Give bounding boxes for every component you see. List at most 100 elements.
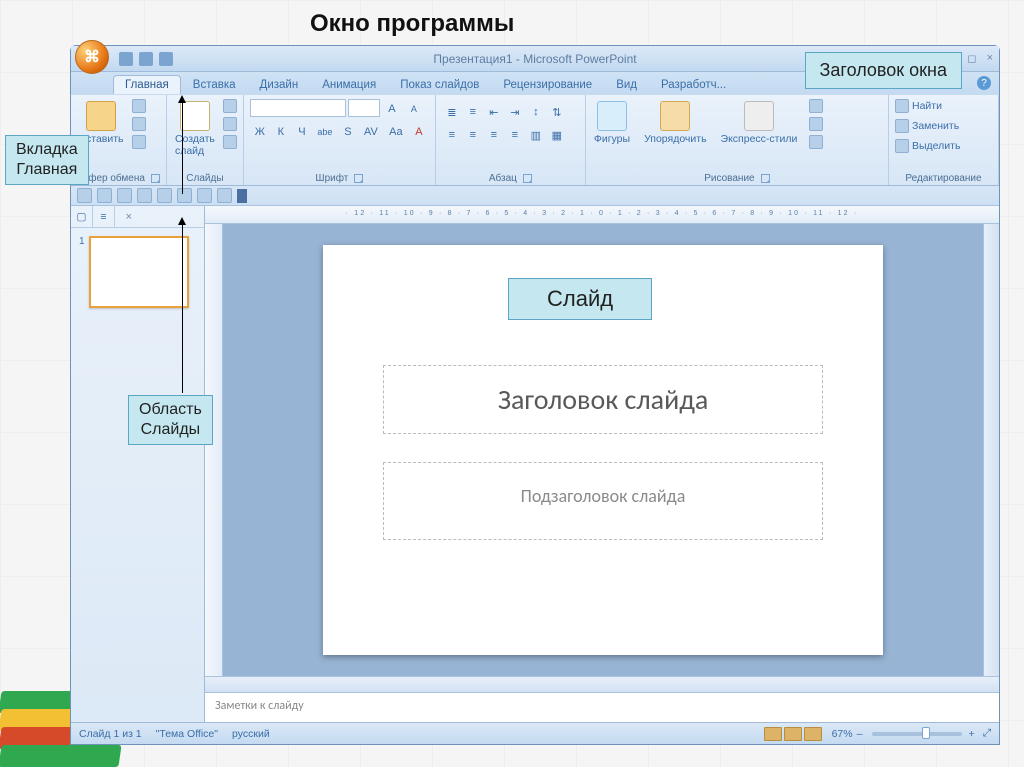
columns-button[interactable]: ▥	[526, 125, 546, 145]
qat2-btn[interactable]	[77, 188, 92, 203]
italic-button[interactable]: К	[271, 122, 291, 142]
callout-titlebar: Заголовок окна	[805, 52, 962, 89]
close-panel-button[interactable]: ×	[115, 206, 137, 227]
qat-redo-icon[interactable]	[159, 52, 173, 66]
align-left-button[interactable]: ≡	[442, 125, 462, 145]
status-slide-number: Слайд 1 из 1	[79, 728, 142, 740]
subtitle-placeholder[interactable]: Подзаголовок слайда	[383, 462, 823, 540]
qat2-btn[interactable]	[197, 188, 212, 203]
change-case-button[interactable]: Aa	[384, 122, 408, 142]
arrange-button[interactable]: Упорядочить	[642, 99, 708, 147]
vertical-scrollbar[interactable]	[983, 224, 999, 676]
shadow-button[interactable]: S	[338, 122, 358, 142]
justify-button[interactable]: ≡	[505, 125, 525, 145]
qat-undo-icon[interactable]	[139, 52, 153, 66]
shapes-icon	[597, 101, 627, 131]
title-placeholder[interactable]: Заголовок слайда	[383, 365, 823, 434]
strike-button[interactable]: abe	[313, 122, 337, 142]
tab-developer[interactable]: Разработч...	[649, 75, 738, 94]
window-title: Презентация1 - Microsoft PowerPoint	[433, 52, 636, 66]
copy-button[interactable]	[132, 117, 146, 131]
drawing-launcher-icon[interactable]	[761, 174, 770, 183]
text-direction-button[interactable]: ⇅	[547, 102, 567, 122]
font-launcher-icon[interactable]	[354, 174, 363, 183]
qat2-btn[interactable]	[177, 188, 192, 203]
tab-view[interactable]: Вид	[604, 75, 649, 94]
fit-button[interactable]: ⤢	[983, 727, 991, 740]
numbering-button[interactable]: ≡	[463, 102, 483, 122]
status-language[interactable]: русский	[232, 728, 270, 740]
tab-insert[interactable]: Вставка	[181, 75, 248, 94]
zoom-slider[interactable]	[872, 732, 962, 736]
bullets-button[interactable]: ≣	[442, 102, 462, 122]
font-size-input[interactable]	[348, 99, 380, 117]
callout-home-tab: Вкладка Главная	[5, 135, 89, 185]
qat2-btn[interactable]	[97, 188, 112, 203]
quick-styles-button[interactable]: Экспресс-стили	[719, 99, 800, 147]
thumb-preview	[89, 236, 189, 308]
group-editing-label: Редактирование	[905, 173, 981, 184]
decrease-indent-button[interactable]: ⇤	[484, 102, 504, 122]
notes-pane[interactable]: Заметки к слайду	[205, 692, 999, 722]
sorter-view-button[interactable]	[784, 727, 802, 741]
qat2-btn[interactable]	[137, 188, 152, 203]
tab-review[interactable]: Рецензирование	[491, 75, 604, 94]
underline-button[interactable]: Ч	[292, 122, 312, 142]
help-icon[interactable]: ?	[977, 76, 991, 90]
paragraph-launcher-icon[interactable]	[523, 174, 532, 183]
office-button[interactable]: ⌘	[75, 40, 109, 74]
shrink-font-button[interactable]: A	[404, 99, 424, 119]
close-button[interactable]: ×	[987, 52, 993, 65]
quick-styles-icon	[744, 101, 774, 131]
tab-slideshow[interactable]: Показ слайдов	[388, 75, 491, 94]
format-painter-icon	[132, 135, 146, 149]
tab-design[interactable]: Дизайн	[248, 75, 311, 94]
shape-outline-button[interactable]	[809, 117, 823, 131]
delete-icon	[223, 135, 237, 149]
clipboard-launcher-icon[interactable]	[151, 174, 160, 183]
zoom-out-button[interactable]: –	[857, 728, 863, 740]
delete-slide-button[interactable]	[223, 135, 237, 149]
new-slide-button[interactable]: Создать слайд	[173, 99, 217, 159]
find-button[interactable]: Найти	[895, 99, 992, 113]
bold-button[interactable]: Ж	[250, 122, 270, 142]
slide-thumbnail[interactable]: 1	[79, 236, 196, 308]
slideshow-view-button[interactable]	[804, 727, 822, 741]
qat-save-icon[interactable]	[119, 52, 133, 66]
cut-icon	[132, 99, 146, 113]
shape-effects-button[interactable]	[809, 135, 823, 149]
convert-smartart-button[interactable]: ▦	[547, 125, 567, 145]
group-font-label: Шрифт	[315, 173, 348, 184]
ribbon: Вставить Буфер обмена Создать слайд	[71, 94, 999, 186]
group-drawing: Фигуры Упорядочить Экспресс-стили Рисова…	[586, 95, 889, 185]
align-center-button[interactable]: ≡	[463, 125, 483, 145]
qat2-btn[interactable]	[117, 188, 132, 203]
tab-animation[interactable]: Анимация	[310, 75, 388, 94]
format-painter-button[interactable]	[132, 135, 146, 149]
font-color-button[interactable]: A	[409, 122, 429, 142]
reset-button[interactable]	[223, 117, 237, 131]
cut-button[interactable]	[132, 99, 146, 113]
line-spacing-button[interactable]: ↕	[526, 102, 546, 122]
zoom-knob[interactable]	[922, 727, 930, 739]
horizontal-scrollbar[interactable]	[205, 676, 999, 692]
outline-tab-icon[interactable]: ≡	[93, 206, 115, 227]
slides-tab-icon[interactable]: ▢	[71, 206, 93, 227]
grow-font-button[interactable]: A	[382, 99, 402, 119]
normal-view-button[interactable]	[764, 727, 782, 741]
maximize-button[interactable]: ◻	[967, 52, 976, 65]
layout-icon	[223, 99, 237, 113]
font-name-input[interactable]	[250, 99, 346, 117]
qat2-btn[interactable]	[217, 188, 232, 203]
qat2-btn[interactable]	[157, 188, 172, 203]
replace-button[interactable]: Заменить	[895, 119, 992, 133]
shapes-button[interactable]: Фигуры	[592, 99, 632, 147]
align-right-button[interactable]: ≡	[484, 125, 504, 145]
char-spacing-button[interactable]: AV	[359, 122, 383, 142]
select-button[interactable]: Выделить	[895, 139, 992, 153]
tab-home[interactable]: Главная	[113, 75, 181, 94]
increase-indent-button[interactable]: ⇥	[505, 102, 525, 122]
layout-button[interactable]	[223, 99, 237, 113]
shape-fill-button[interactable]	[809, 99, 823, 113]
zoom-in-button[interactable]: +	[968, 728, 974, 740]
